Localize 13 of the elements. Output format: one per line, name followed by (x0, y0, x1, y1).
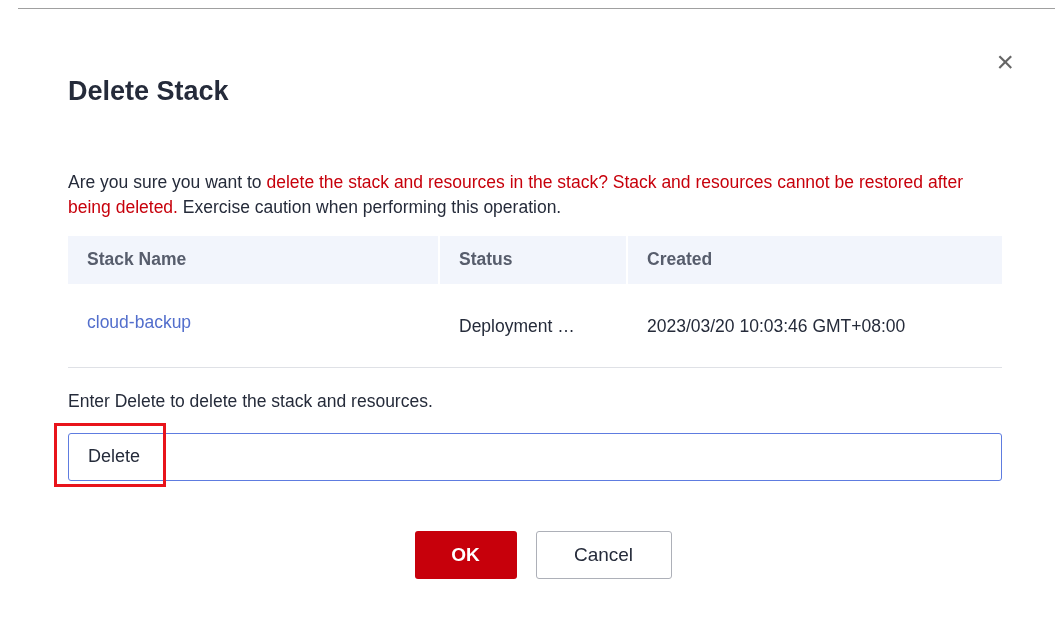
created-cell-text: 2023/03/20 10:03:46 GMT+08:00 (647, 314, 906, 338)
cancel-button[interactable]: Cancel (535, 530, 672, 579)
column-header: Status (459, 248, 513, 272)
dialog-title: Delete Stack (68, 75, 229, 108)
status-cell-text: Deployment … (459, 314, 575, 338)
close-button[interactable]: × (996, 47, 1014, 77)
confirm-input-field[interactable]: Delete (68, 432, 1002, 481)
column-header: Stack Name (87, 248, 187, 272)
confirm-label: Enter Delete to delete the stack and resources. (68, 389, 434, 413)
column-header: Created (647, 248, 713, 272)
ok-button[interactable]: OK (414, 530, 517, 579)
stack-link[interactable]: cloud-backup (87, 311, 192, 332)
warning-text: Are you sure you want to delete the stack and resources in the stack? Stack and resources cannot be restored after being deleted. Exercise caution when performing this operation. (68, 170, 964, 219)
